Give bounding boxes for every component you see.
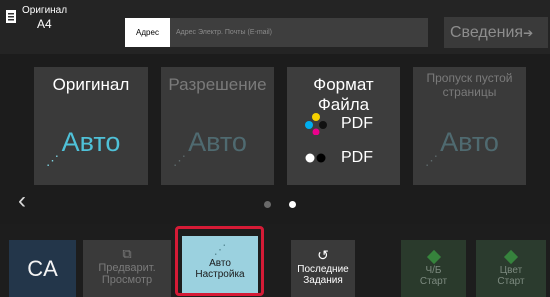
- bw-start-button[interactable]: Ч/Б Старт: [401, 240, 466, 297]
- page-dot-1[interactable]: [264, 201, 271, 208]
- start-icon: [426, 249, 441, 265]
- auto-wand-icon: ⋰: [213, 242, 227, 257]
- preview-label-line2: Просмотр: [101, 274, 153, 286]
- recent-jobs-button[interactable]: ↺ Последние Задания: [291, 240, 355, 297]
- clear-all-button[interactable]: CA: [9, 240, 76, 297]
- preview-icon: ⧉: [122, 246, 132, 261]
- tile-skip-blank-page[interactable]: Пропуск пустой страницы ⋰ Авто: [413, 67, 526, 185]
- color-start-button[interactable]: Цвет Старт: [476, 240, 546, 297]
- tile-skip-blank-title: Пропуск пустой страницы: [426, 71, 513, 99]
- tile-resolution-value: Авто: [188, 127, 247, 157]
- arrow-right-icon: ➔: [523, 26, 534, 40]
- page-dot-2[interactable]: [289, 201, 296, 208]
- auto-label-line2: Настройка: [195, 269, 245, 280]
- scan-screen: Оригинал A4 Адрес Адрес Электр. Почты (E…: [0, 0, 550, 297]
- bw-label-line1: Ч/Б: [425, 265, 442, 276]
- color-dots-icon: [305, 113, 327, 135]
- format-color-row: PDF: [305, 113, 373, 135]
- tile-resolution-title: Разрешение: [168, 75, 267, 94]
- preview-label-line1: Предварит.: [98, 262, 156, 274]
- format-color-label: PDF: [341, 115, 373, 132]
- bw-dots-icon: [305, 153, 326, 163]
- original-document-icon: [6, 10, 16, 23]
- tile-file-format[interactable]: Формат Файла PDF PDF: [287, 67, 400, 185]
- address-button[interactable]: Адрес: [125, 18, 170, 47]
- original-size: A4: [37, 17, 52, 31]
- color-label-line1: Цвет: [499, 265, 523, 276]
- tile-original-value: Авто: [61, 127, 121, 157]
- auto-label-line1: Авто: [209, 258, 231, 269]
- format-bw-label: PDF: [341, 149, 373, 166]
- jobs-label-line2: Задания: [303, 275, 343, 286]
- original-title: Оригинал: [22, 5, 68, 16]
- previous-page-arrow-icon[interactable]: ‹: [18, 187, 26, 215]
- email-address-field[interactable]: Адрес Электр. Почты (E-mail): [170, 18, 428, 47]
- bw-label-line2: Старт: [419, 276, 448, 287]
- start-icon: [503, 249, 519, 265]
- tile-original[interactable]: Оригинал ⋰ Авто: [34, 67, 148, 185]
- auto-setting-button[interactable]: ⋰ Авто Настройка: [182, 236, 258, 293]
- tile-file-format-title: Формат Файла: [313, 75, 374, 114]
- details-label: Сведения: [450, 24, 524, 41]
- details-button[interactable]: Сведения➔: [444, 17, 548, 48]
- color-label-line2: Старт: [497, 276, 525, 287]
- preview-button[interactable]: ⧉ Предварит. Просмотр: [83, 240, 171, 297]
- history-icon: ↺: [317, 247, 329, 263]
- format-bw-row: PDF: [305, 149, 373, 167]
- tile-resolution[interactable]: Разрешение ⋰ Авто: [161, 67, 274, 185]
- tile-skip-blank-value: Авто: [440, 127, 499, 157]
- top-bar: Оригинал A4 Адрес Адрес Электр. Почты (E…: [0, 0, 550, 54]
- tile-original-title: Оригинал: [52, 75, 130, 94]
- jobs-label-line1: Последние: [297, 264, 349, 275]
